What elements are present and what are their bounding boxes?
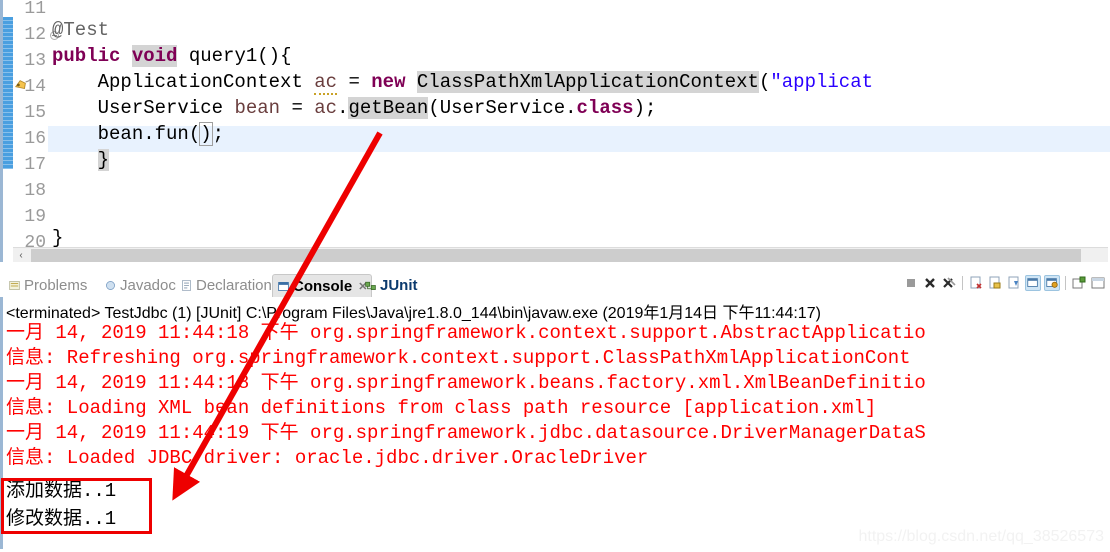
keyword-public: public xyxy=(52,45,121,67)
editor-change-bar xyxy=(3,17,13,169)
pin-console-icon[interactable] xyxy=(1006,275,1022,291)
line-number: 11 xyxy=(24,0,46,19)
code-line-13: public void query1(){ xyxy=(52,45,292,67)
console-line: 添加数据..1 xyxy=(6,480,117,502)
code-line-12: @Test xyxy=(52,17,109,43)
terminate-icon[interactable] xyxy=(903,275,919,291)
keyword-new: new xyxy=(371,71,406,93)
variable-bean-ref: bean xyxy=(97,123,144,145)
scroll-lock-icon[interactable] xyxy=(987,275,1003,291)
variable-ac-ref: ac xyxy=(314,97,338,119)
type-user-service-ref: UserService xyxy=(439,97,566,119)
matching-bracket: ) xyxy=(199,122,213,146)
line-number: 18 xyxy=(24,181,46,201)
variable-ac: ac xyxy=(314,71,338,95)
toolbar-separator xyxy=(962,276,963,290)
line-number: 16 xyxy=(24,129,46,149)
tab-label: JUnit xyxy=(380,277,418,294)
launch-configuration-line: <terminated> TestJdbc (1) [JUnit] C:\Pro… xyxy=(6,305,821,322)
tab-label: Problems xyxy=(24,277,88,294)
method-name-query1: query1 xyxy=(188,45,258,67)
problems-icon xyxy=(9,281,20,290)
keyword-void: void xyxy=(131,45,178,67)
scroll-left-arrow-icon[interactable]: ‹ xyxy=(13,248,29,262)
view-tab-bar: Problems Javadoc Declaration Console ✕ J… xyxy=(0,272,1110,298)
console-toolbar xyxy=(903,275,1106,291)
annotation-token: @Test xyxy=(52,19,110,41)
watermark: https://blog.csdn.net/qq_38526573 xyxy=(858,528,1104,545)
tab-problems[interactable]: Problems xyxy=(4,274,91,297)
variable-bean: bean xyxy=(234,97,281,119)
clear-console-icon[interactable] xyxy=(968,275,984,291)
scrollbar-thumb[interactable] xyxy=(31,249,1081,262)
code-line-15: UserService bean = ac.getBean(UserServic… xyxy=(97,97,657,119)
remove-launch-icon[interactable] xyxy=(922,275,938,291)
declaration-icon xyxy=(182,280,191,291)
type-classpathxmlapplicationcontext: ClassPathXmlApplicationContext xyxy=(416,71,759,93)
code-line-16: bean.fun(); xyxy=(97,122,225,146)
tab-declaration[interactable]: Declaration xyxy=(176,274,276,297)
tab-label: Declaration xyxy=(196,277,272,294)
remove-all-terminated-icon[interactable] xyxy=(941,275,957,291)
line-number: 19 xyxy=(24,207,46,227)
tab-javadoc[interactable]: Javadoc xyxy=(100,274,180,297)
junit-icon xyxy=(365,281,376,290)
method-getbean: getBean xyxy=(348,97,429,119)
code-line-14: ApplicationContext ac = new ClassPathXml… xyxy=(97,71,873,95)
line-number-gutter[interactable]: 11 12 13 14 15 16 17 18 19 20 xyxy=(13,0,48,253)
console-line: 修改数据..1 xyxy=(6,508,117,530)
editor-console-splitter[interactable] xyxy=(0,263,1110,272)
string-literal-application-xml: "applicat xyxy=(770,71,873,93)
console-output-area[interactable]: <terminated> TestJdbc (1) [JUnit] C:\Pro… xyxy=(0,297,1110,552)
console-line: 信息: Loaded JDBC driver: oracle.jdbc.driv… xyxy=(6,447,649,469)
console-line: 一月 14, 2019 11:44:18 下午 org.springframew… xyxy=(6,372,926,394)
toolbar-separator xyxy=(1065,276,1066,290)
line-number: 15 xyxy=(24,103,46,123)
open-console-icon[interactable] xyxy=(1044,275,1060,291)
text-caret xyxy=(211,124,213,143)
line-number: 13 xyxy=(24,51,46,71)
closing-brace-class: } xyxy=(52,227,64,249)
console-line: 一月 14, 2019 11:44:18 下午 org.springframew… xyxy=(6,322,926,344)
editor-horizontal-scrollbar[interactable]: ‹ xyxy=(13,247,1108,262)
code-editor[interactable]: 11 12 13 14 15 16 17 18 19 20 @Test publ… xyxy=(0,0,1110,262)
line-number: 12 xyxy=(24,25,46,45)
javadoc-icon xyxy=(106,281,115,290)
type-application-context: ApplicationContext xyxy=(97,71,303,93)
minimize-icon[interactable] xyxy=(1090,275,1106,291)
line-number: 17 xyxy=(24,155,46,175)
console-view: Problems Javadoc Declaration Console ✕ J… xyxy=(0,272,1110,552)
warning-marker-icon[interactable] xyxy=(14,78,28,92)
code-line-17: } xyxy=(52,147,110,173)
tab-label: Console xyxy=(293,278,353,295)
new-console-view-icon[interactable] xyxy=(1071,275,1087,291)
tab-junit[interactable]: JUnit xyxy=(360,274,422,297)
closing-brace-method: } xyxy=(97,149,110,171)
display-selected-console-icon[interactable] xyxy=(1025,275,1041,291)
console-line: 信息: Loading XML bean definitions from cl… xyxy=(6,397,877,419)
console-line: 信息: Refreshing org.springframework.conte… xyxy=(6,347,911,369)
method-fun: fun xyxy=(154,123,189,145)
type-user-service: UserService xyxy=(97,97,224,119)
tab-console[interactable]: Console ✕ xyxy=(272,274,373,298)
console-line: 一月 14, 2019 11:44:19 下午 org.springframew… xyxy=(6,422,926,444)
console-icon xyxy=(278,282,289,291)
keyword-class: class xyxy=(576,97,634,119)
tab-label: Javadoc xyxy=(120,277,176,294)
